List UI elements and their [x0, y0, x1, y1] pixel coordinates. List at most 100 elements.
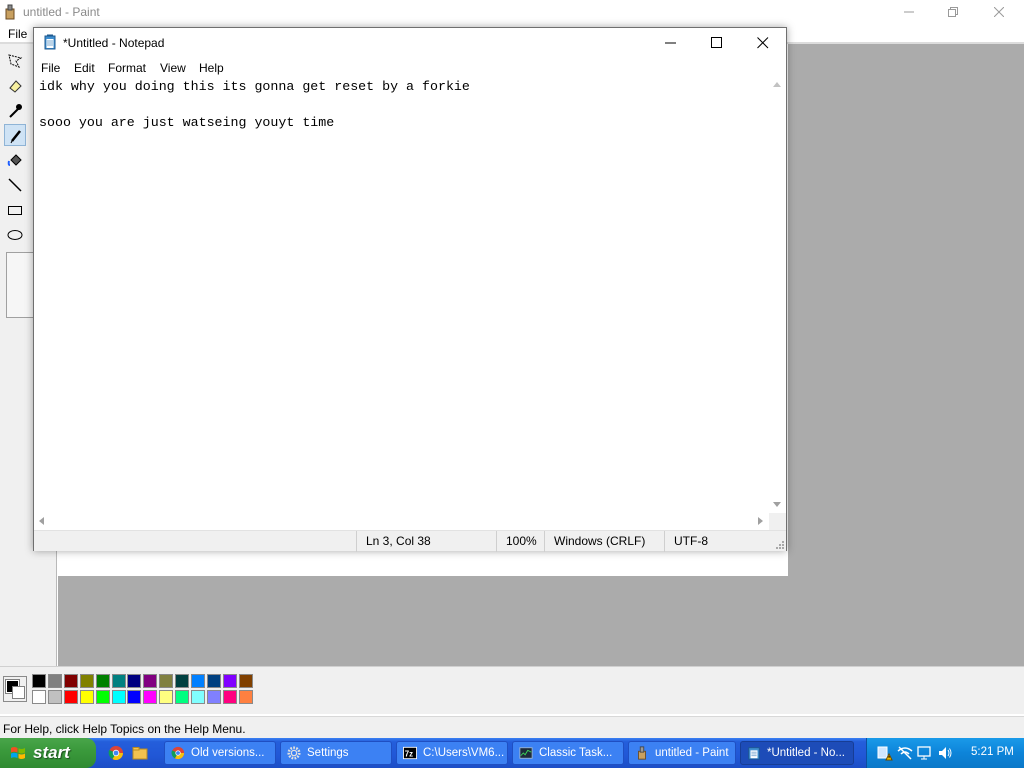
taskbar-button-old-versions[interactable]: Old versions... — [164, 741, 276, 765]
windows-flag-icon — [11, 747, 25, 760]
taskbar-button-paint[interactable]: untitled - Paint — [628, 741, 736, 765]
rectangle-tool[interactable] — [4, 199, 26, 221]
free-form-select-tool[interactable] — [4, 50, 26, 72]
palette-swatch[interactable] — [32, 674, 46, 688]
volume-icon[interactable] — [937, 745, 953, 761]
restore-icon — [948, 7, 958, 17]
paint-minimize-button[interactable] — [886, 0, 932, 24]
notepad-titlebar[interactable]: *Untitled - Notepad — [34, 28, 786, 58]
palette-swatch[interactable] — [222, 690, 237, 704]
scroll-up-arrow-icon[interactable] — [773, 82, 781, 87]
palette-swatch[interactable] — [32, 690, 46, 704]
pencil-tool[interactable] — [4, 124, 26, 146]
menu-edit[interactable]: Edit — [74, 61, 95, 75]
monitor-network-icon[interactable] — [917, 745, 933, 761]
taskbar-clock[interactable]: 5:21 PM — [971, 746, 1014, 758]
palette-swatch[interactable] — [206, 690, 221, 704]
taskbar-button-label: untitled - Paint — [655, 747, 729, 759]
notepad-text-area[interactable]: idk why you doing this its gonna get res… — [34, 77, 769, 539]
7zip-icon: 7z — [403, 746, 417, 760]
palette-swatch[interactable] — [127, 690, 142, 704]
color-picker-tool[interactable] — [4, 100, 26, 122]
paint-menu-file[interactable]: File — [8, 27, 27, 41]
system-tray: 5:21 PM — [866, 738, 1024, 768]
palette-swatch[interactable] — [95, 690, 110, 704]
scroll-right-arrow-icon[interactable] — [758, 517, 763, 525]
palette-swatch[interactable] — [191, 690, 205, 704]
palette-swatch[interactable] — [63, 674, 78, 688]
palette-swatch[interactable] — [222, 674, 237, 688]
palette-swatch[interactable] — [206, 674, 221, 688]
paint-bucket-icon — [7, 154, 22, 166]
taskbar-button-label: Old versions... — [191, 747, 265, 759]
taskbar-button-label: Settings — [307, 747, 349, 759]
menu-format[interactable]: Format — [108, 61, 146, 75]
gear-icon — [287, 746, 301, 760]
palette-swatch[interactable] — [47, 690, 62, 704]
notepad-icon — [44, 34, 56, 50]
paint-window-title: untitled - Paint — [23, 5, 100, 19]
fill-tool[interactable] — [4, 149, 26, 171]
notepad-close-button[interactable] — [740, 28, 786, 58]
notepad-menubar: File Edit Format View Help — [34, 58, 786, 77]
explorer-quicklaunch-icon[interactable] — [132, 745, 148, 761]
paint-status-text: For Help, click Help Topics on the Help … — [3, 722, 246, 736]
start-button[interactable]: start — [0, 738, 96, 768]
status-encoding: UTF-8 — [664, 531, 786, 552]
menu-file[interactable]: File — [41, 61, 60, 75]
paint-titlebar[interactable]: untitled - Paint — [0, 0, 1024, 24]
select-icon — [8, 54, 23, 68]
palette-swatch[interactable] — [143, 690, 158, 704]
palette-swatch[interactable] — [191, 674, 205, 688]
palette-swatch[interactable] — [79, 674, 94, 688]
paint-app-icon — [5, 4, 15, 20]
maximize-icon — [711, 37, 722, 48]
palette-swatch[interactable] — [127, 674, 142, 688]
taskbar-button-notepad[interactable]: *Untitled - No... — [740, 741, 854, 765]
line-tool[interactable] — [4, 174, 26, 196]
taskbar-button-classic-task-manager[interactable]: Classic Task... — [512, 741, 624, 765]
text-line-1: idk why you doing this its gonna get res… — [39, 79, 470, 94]
taskbar-button-label: *Untitled - No... — [767, 747, 845, 759]
palette-swatch[interactable] — [175, 690, 190, 704]
palette-swatch[interactable] — [143, 674, 158, 688]
menu-view[interactable]: View — [160, 61, 186, 75]
paint-restore-button[interactable] — [930, 0, 976, 24]
scroll-down-arrow-icon[interactable] — [773, 502, 781, 507]
taskbar-button-settings[interactable]: Settings — [280, 741, 392, 765]
menu-help[interactable]: Help — [199, 61, 224, 75]
minimize-icon — [665, 42, 676, 44]
start-label: start — [33, 743, 70, 762]
palette-swatch[interactable] — [159, 690, 174, 704]
palette-swatch[interactable] — [63, 690, 78, 704]
palette-swatch[interactable] — [159, 674, 174, 688]
taskbar-button-7zip[interactable]: 7z C:\Users\VM6... — [396, 741, 508, 765]
ellipse-tool[interactable] — [4, 224, 26, 246]
notepad-maximize-button[interactable] — [694, 28, 740, 58]
task-manager-icon — [519, 747, 533, 759]
chrome-quicklaunch-icon[interactable] — [108, 745, 124, 761]
paint-close-button[interactable] — [976, 0, 1022, 24]
vertical-scrollbar[interactable] — [769, 77, 786, 513]
palette-swatch[interactable] — [47, 674, 62, 688]
palette-swatch[interactable] — [95, 674, 110, 688]
resize-grip-icon[interactable] — [775, 540, 785, 550]
eraser-tool[interactable] — [4, 75, 26, 97]
eraser-icon — [9, 80, 22, 93]
palette-swatch[interactable] — [111, 674, 126, 688]
palette-swatch[interactable] — [175, 674, 190, 688]
palette-swatch[interactable] — [79, 690, 94, 704]
background-color — [12, 686, 25, 699]
action-center-warning-icon[interactable] — [877, 745, 893, 761]
palette-swatch[interactable] — [111, 690, 126, 704]
palette-swatch[interactable] — [238, 674, 253, 688]
text-line-3: sooo you are just watseing youyt time — [39, 115, 335, 130]
close-icon — [757, 37, 769, 49]
network-disconnected-icon[interactable] — [897, 745, 913, 761]
close-icon — [993, 6, 1005, 18]
notepad-minimize-button[interactable] — [648, 28, 694, 58]
status-cursor-position: Ln 3, Col 38 — [356, 531, 496, 552]
horizontal-scrollbar[interactable] — [34, 513, 769, 530]
scroll-left-arrow-icon[interactable] — [39, 517, 44, 525]
palette-swatch[interactable] — [238, 690, 253, 704]
